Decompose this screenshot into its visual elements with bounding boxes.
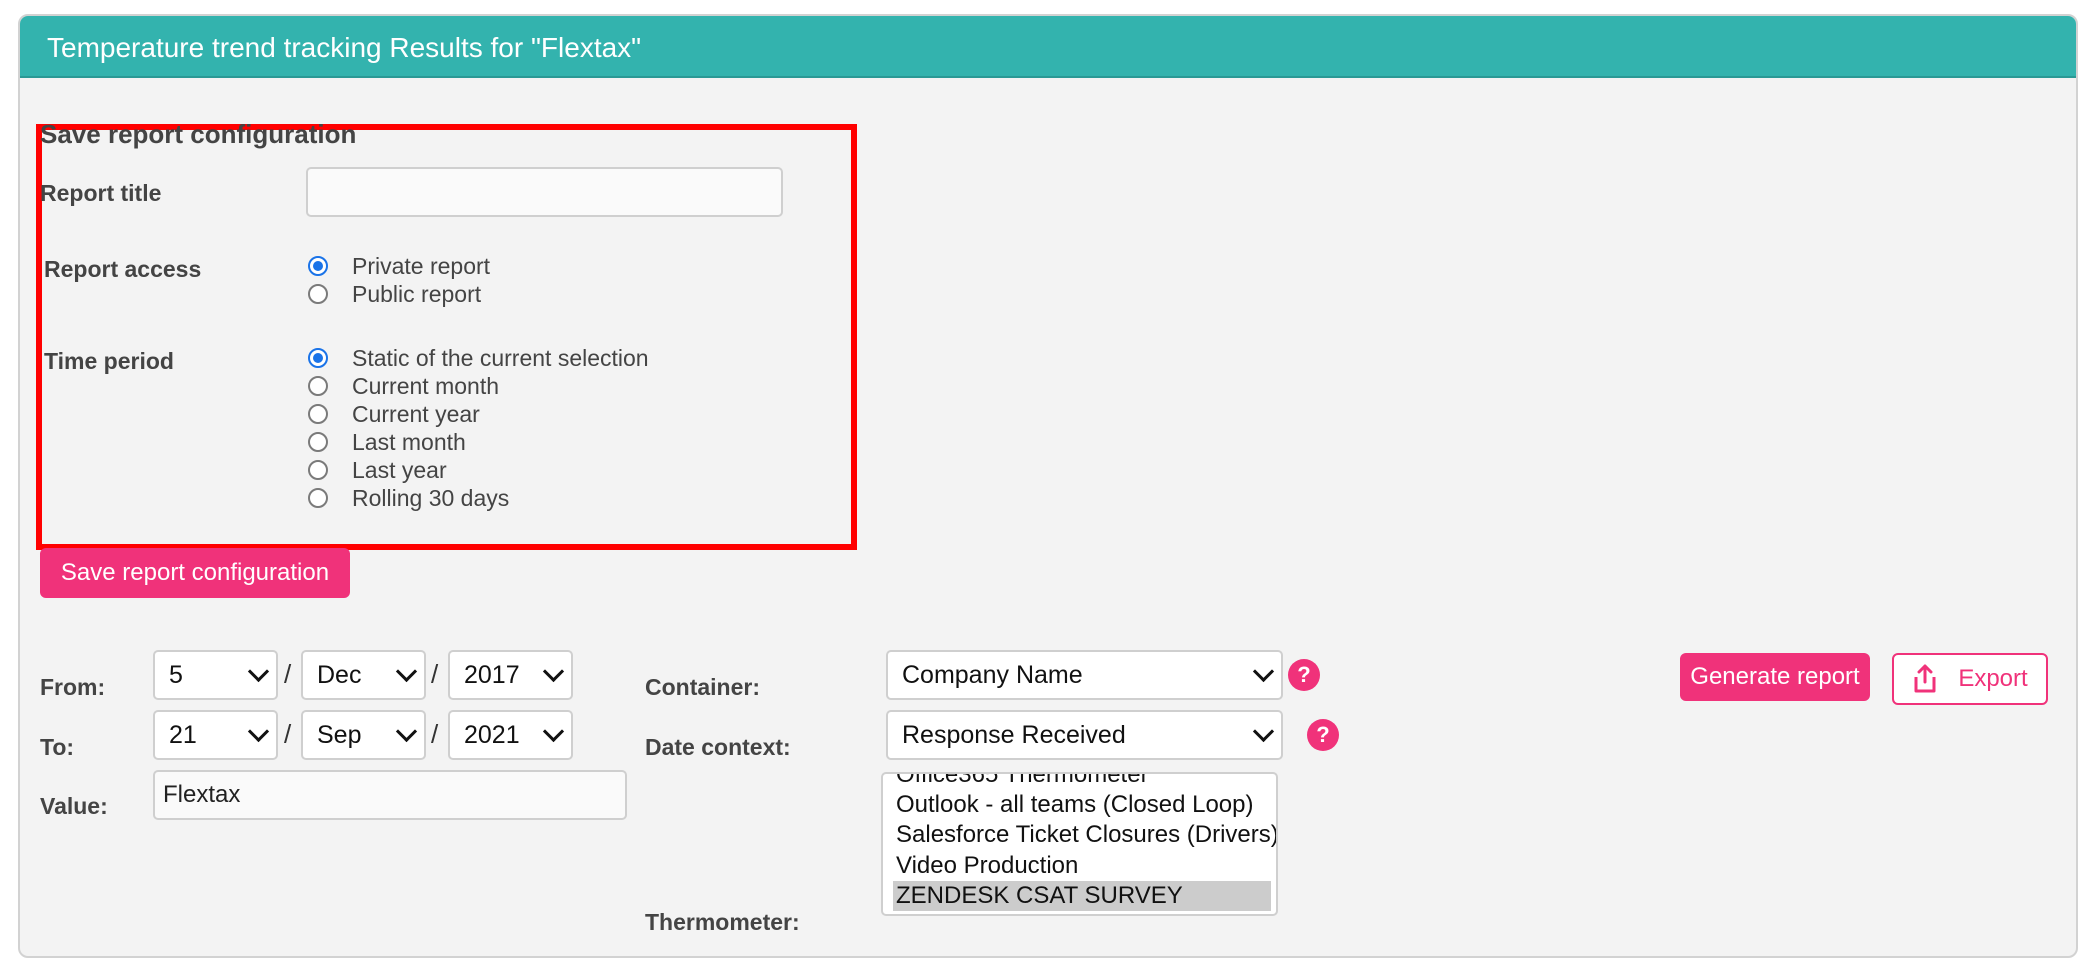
chevron-down-icon	[542, 660, 565, 682]
radio-label: Private report	[352, 252, 491, 279]
radio-button[interactable]	[308, 432, 328, 452]
chevron-down-icon	[542, 720, 565, 742]
from-month-select[interactable]: Dec	[301, 650, 426, 700]
radio-button[interactable]	[308, 376, 328, 396]
time-period-label: Time period	[44, 348, 174, 374]
radio-public-report[interactable]: Public report	[308, 280, 481, 308]
list-item[interactable]: Salesforce Ticket Closures (Drivers)	[893, 820, 1276, 850]
from-label: From:	[40, 674, 106, 700]
results-panel: Temperature trend tracking Results for "…	[18, 14, 2078, 958]
selected-value: Company Name	[902, 660, 1083, 689]
date-separator: /	[284, 719, 292, 749]
radio-label: Last year	[352, 456, 447, 483]
to-label: To:	[40, 734, 75, 760]
date-separator: /	[431, 719, 439, 749]
chevron-down-icon	[247, 660, 270, 682]
value-input[interactable]	[153, 770, 627, 820]
from-year-select[interactable]: 2017	[448, 650, 573, 700]
chevron-down-icon	[247, 720, 270, 742]
date-separator: /	[431, 659, 439, 689]
to-year-select[interactable]: 2021	[448, 710, 573, 760]
container-select[interactable]: Company Name	[886, 650, 1283, 700]
date-context-label: Date context:	[645, 734, 791, 760]
radio-current-year[interactable]: Current year	[308, 400, 480, 428]
radio-button[interactable]	[308, 256, 328, 276]
chevron-down-icon	[1252, 660, 1275, 682]
export-label: Export	[1958, 665, 2028, 692]
radio-label: Last month	[352, 428, 466, 455]
list-item-selected[interactable]: ZENDESK CSAT SURVEY	[893, 881, 1271, 911]
selected-value: 21	[169, 720, 197, 749]
generate-report-button[interactable]: Generate report	[1680, 653, 1870, 701]
radio-button[interactable]	[308, 284, 328, 304]
radio-button[interactable]	[308, 488, 328, 508]
list-item[interactable]: Video Production	[893, 851, 1078, 881]
save-config-title: Save report configuration	[40, 119, 357, 149]
selected-value: Sep	[317, 720, 362, 749]
selected-value: Response Received	[902, 720, 1126, 749]
thermometer-listbox[interactable]: Office365 Thermometer Outlook - all team…	[881, 772, 1278, 916]
export-button[interactable]: Export	[1892, 653, 2048, 705]
radio-private-report[interactable]: Private report	[308, 252, 490, 280]
container-help-icon[interactable]: ?	[1288, 659, 1320, 691]
radio-rolling-30-days[interactable]: Rolling 30 days	[308, 484, 509, 512]
chevron-down-icon	[395, 720, 418, 742]
list-item[interactable]: Office365 Thermometer	[893, 774, 1149, 790]
radio-button[interactable]	[308, 348, 328, 368]
thermometer-label: Thermometer:	[645, 909, 800, 935]
radio-label: Current month	[352, 372, 500, 399]
selected-value: 5	[169, 660, 183, 689]
to-day-select[interactable]: 21	[153, 710, 278, 760]
chevron-down-icon	[395, 660, 418, 682]
page-title: Temperature trend tracking Results for "…	[20, 16, 2076, 78]
radio-button[interactable]	[308, 404, 328, 424]
radio-label: Rolling 30 days	[352, 484, 510, 511]
radio-label: Public report	[352, 280, 482, 307]
selected-value: Dec	[317, 660, 362, 689]
radio-static-selection[interactable]: Static of the current selection	[308, 344, 649, 372]
from-day-select[interactable]: 5	[153, 650, 278, 700]
radio-current-month[interactable]: Current month	[308, 372, 499, 400]
radio-label: Current year	[352, 400, 480, 427]
share-upload-icon	[1914, 664, 1936, 693]
radio-last-month[interactable]: Last month	[308, 428, 466, 456]
radio-last-year[interactable]: Last year	[308, 456, 447, 484]
report-title-label: Report title	[40, 180, 162, 206]
date-context-select[interactable]: Response Received	[886, 710, 1283, 760]
selected-value: 2021	[464, 720, 520, 749]
container-label: Container:	[645, 674, 760, 700]
value-label: Value:	[40, 793, 108, 819]
to-month-select[interactable]: Sep	[301, 710, 426, 760]
save-report-configuration-button[interactable]: Save report configuration	[40, 548, 350, 598]
selected-value: 2017	[464, 660, 520, 689]
list-item[interactable]: Outlook - all teams (Closed Loop)	[893, 790, 1254, 820]
radio-label: Static of the current selection	[352, 344, 649, 371]
report-title-input[interactable]	[306, 167, 783, 217]
report-access-label: Report access	[44, 256, 202, 282]
radio-button[interactable]	[308, 460, 328, 480]
date-context-help-icon[interactable]: ?	[1307, 719, 1339, 751]
chevron-down-icon	[1252, 720, 1275, 742]
date-separator: /	[284, 659, 292, 689]
